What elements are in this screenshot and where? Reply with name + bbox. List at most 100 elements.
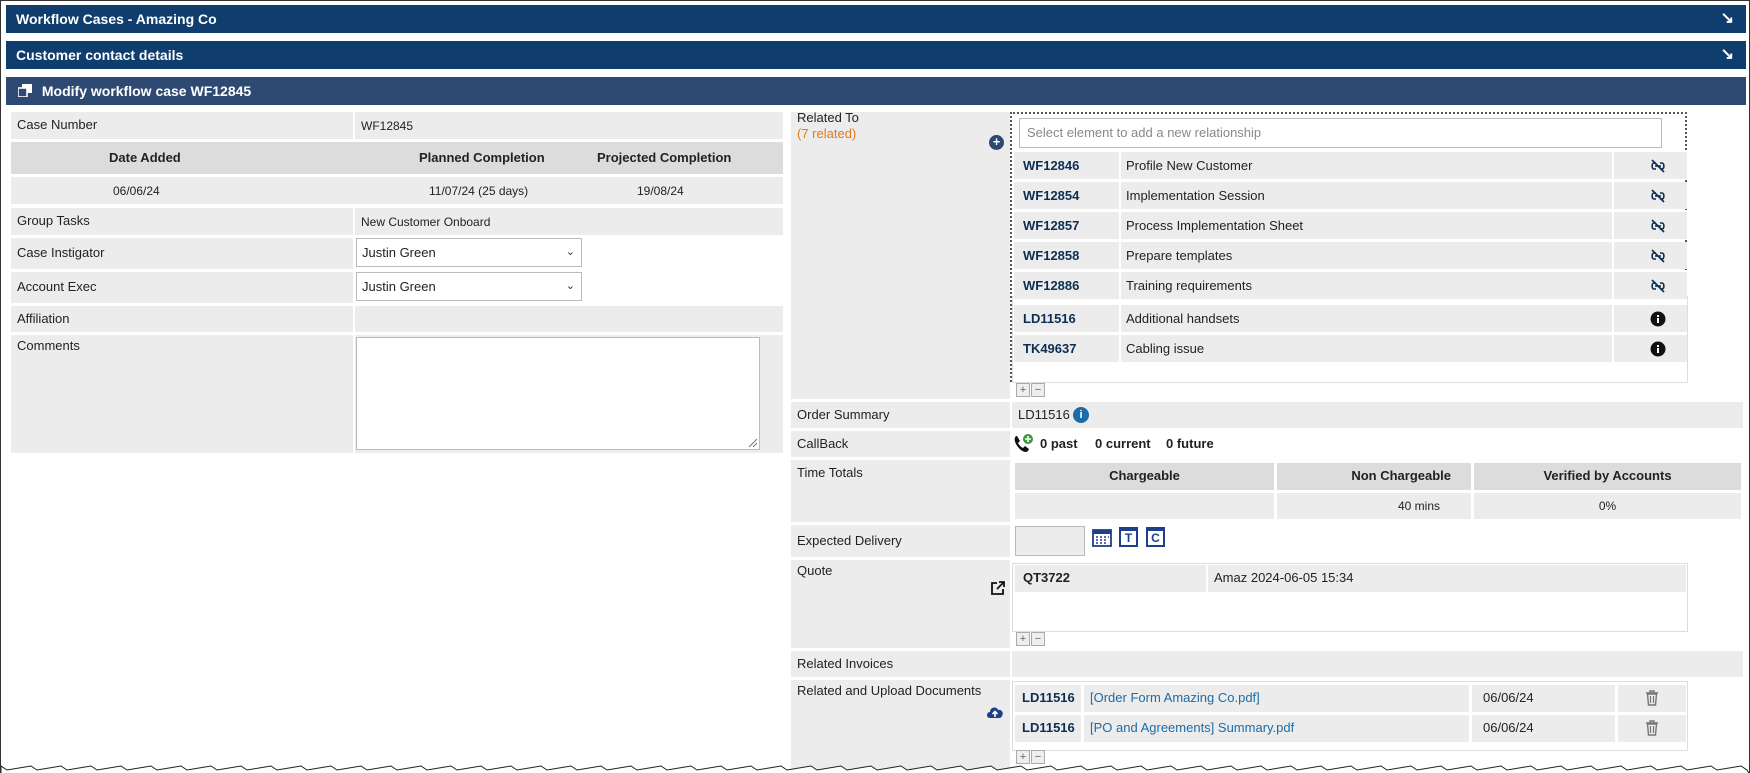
- expand-arrow-icon[interactable]: ↘: [1721, 41, 1734, 69]
- account-exec-label-cell: Account Exec: [11, 272, 353, 303]
- resize-grip-icon[interactable]: [746, 436, 758, 448]
- quote-id-cell[interactable]: QT3722: [1015, 565, 1206, 592]
- related-item-id[interactable]: WF12857: [1023, 212, 1079, 239]
- quote-id[interactable]: QT3722: [1017, 565, 1070, 591]
- planned-completion-header: Planned Completion: [419, 150, 545, 165]
- affiliation-label: Affiliation: [17, 311, 70, 326]
- cell-divider: [1612, 272, 1614, 299]
- page-frame: Workflow Cases - Amazing Co ↘ Customer c…: [0, 0, 1750, 773]
- calendar-today-icon[interactable]: T: [1119, 527, 1138, 547]
- customer-contact-bar[interactable]: Customer contact details ↘: [6, 41, 1746, 69]
- collapse-minus-button[interactable]: −: [1031, 383, 1045, 397]
- order-summary-value-cell: LD11516 i: [1012, 402, 1743, 428]
- affiliation-label-cell: Affiliation: [11, 306, 353, 332]
- external-link-icon[interactable]: [990, 580, 1006, 596]
- case-number-value: WF12845: [361, 119, 414, 133]
- unlink-icon[interactable]: [1650, 158, 1666, 174]
- doc-delete-cell[interactable]: [1618, 685, 1686, 712]
- related-item-desc: Implementation Session: [1126, 188, 1265, 203]
- verified-value-cell: 0%: [1474, 493, 1741, 519]
- doc-name-cell[interactable]: [PO and Agreements] Summary.pdf: [1084, 715, 1469, 742]
- case-number-value-cell: WF12845: [355, 112, 783, 139]
- related-item-row: WF12854 Implementation Session: [1014, 182, 1687, 209]
- related-item-row: WF12857 Process Implementation Sheet: [1014, 212, 1687, 239]
- instigator-select[interactable]: Justin Green ⌄: [356, 238, 582, 267]
- related-item-id[interactable]: WF12858: [1023, 242, 1079, 269]
- related-item-desc: Cabling issue: [1126, 341, 1205, 356]
- chevron-down-icon: ⌄: [565, 246, 575, 258]
- doc-name-cell[interactable]: [Order Form Amazing Co.pdf]: [1084, 685, 1469, 712]
- related-item-desc: Additional handsets: [1126, 311, 1240, 326]
- verified-value: 0%: [1598, 499, 1617, 513]
- verified-header: Verified by Accounts: [1474, 463, 1741, 490]
- unlink-icon[interactable]: [1650, 218, 1666, 234]
- info-icon[interactable]: [1650, 311, 1666, 327]
- workflow-cases-bar[interactable]: Workflow Cases - Amazing Co ↘: [6, 5, 1746, 33]
- docs-plus-button[interactable]: +: [1016, 750, 1030, 764]
- quote-minus-button[interactable]: −: [1031, 632, 1045, 646]
- info-icon[interactable]: [1650, 341, 1666, 357]
- instigator-label: Case Instigator: [17, 245, 105, 260]
- unlink-icon[interactable]: [1650, 278, 1666, 294]
- doc-link[interactable]: [PO and Agreements] Summary.pdf: [1084, 715, 1294, 741]
- chargeable-header: Chargeable: [1015, 463, 1274, 490]
- related-invoices-label: Related Invoices: [797, 656, 894, 671]
- cell-divider: [1612, 182, 1614, 209]
- doc-link[interactable]: [Order Form Amazing Co.pdf]: [1084, 685, 1260, 711]
- cell-divider: [1119, 182, 1121, 209]
- documents-label-cell: Related and Upload Documents: [791, 680, 1010, 773]
- callback-current[interactable]: 0 current: [1095, 431, 1151, 457]
- projected-completion-value: 19/08/24: [637, 184, 684, 198]
- related-to-label-cell: Related To (7 related) +: [791, 110, 1010, 399]
- calendar-clear-icon[interactable]: C: [1146, 527, 1165, 547]
- related-item-id[interactable]: TK49637: [1023, 335, 1076, 362]
- phone-add-icon[interactable]: [1012, 433, 1034, 455]
- expected-delivery-input[interactable]: [1015, 526, 1085, 556]
- callback-past[interactable]: 0 past: [1040, 431, 1078, 457]
- expected-delivery-label: Expected Delivery: [797, 533, 902, 548]
- expand-plus-button[interactable]: +: [1016, 383, 1030, 397]
- doc-delete-cell[interactable]: [1618, 715, 1686, 742]
- related-item-id[interactable]: WF12854: [1023, 182, 1079, 209]
- expand-arrow-icon[interactable]: ↘: [1721, 5, 1734, 33]
- related-item-desc: Process Implementation Sheet: [1126, 218, 1304, 233]
- related-item-id[interactable]: WF12886: [1023, 272, 1079, 299]
- group-tasks-value: New Customer Onboard: [361, 215, 491, 229]
- cloud-upload-icon[interactable]: [985, 704, 1005, 720]
- related-item-id[interactable]: WF12846: [1023, 152, 1079, 179]
- related-item-id[interactable]: LD11516: [1023, 305, 1076, 332]
- chargeable-value-cell: [1015, 493, 1274, 519]
- quote-label: Quote: [797, 563, 833, 578]
- related-count: (7 related): [797, 126, 857, 141]
- non-chargeable-value-cell: 40 mins: [1277, 493, 1471, 519]
- trash-icon[interactable]: [1645, 720, 1659, 736]
- unlink-icon[interactable]: [1650, 188, 1666, 204]
- verified-header-text: Verified by Accounts: [1543, 468, 1672, 483]
- account-exec-select[interactable]: Justin Green ⌄: [356, 272, 582, 301]
- projected-completion-header: Projected Completion: [597, 150, 732, 165]
- add-relation-icon[interactable]: +: [989, 135, 1004, 150]
- torn-edge: [1, 765, 1750, 773]
- related-item-row: WF12858 Prepare templates: [1014, 242, 1687, 269]
- comments-textarea[interactable]: [356, 337, 760, 450]
- calendar-icon[interactable]: [1092, 527, 1112, 547]
- cell-divider: [1612, 242, 1614, 269]
- relationship-search-input[interactable]: Select element to add a new relationship: [1019, 118, 1662, 148]
- docs-minus-button[interactable]: −: [1031, 750, 1045, 764]
- calendar-clear-letter: C: [1151, 531, 1160, 545]
- order-summary-value[interactable]: LD11516: [1018, 402, 1070, 428]
- info-icon[interactable]: i: [1073, 407, 1089, 423]
- quote-desc-cell: Amaz 2024-06-05 15:34: [1208, 565, 1686, 592]
- callback-future[interactable]: 0 future: [1166, 431, 1214, 457]
- trash-icon[interactable]: [1645, 690, 1659, 706]
- time-totals-label: Time Totals: [797, 465, 863, 480]
- quote-plus-button[interactable]: +: [1016, 632, 1030, 646]
- window-copy-icon: [17, 78, 32, 98]
- callback-value-cell: 0 past 0 current 0 future: [1012, 431, 1743, 457]
- case-number-label-cell: Case Number: [11, 112, 353, 139]
- doc-date: 06/06/24: [1483, 720, 1534, 735]
- customer-contact-title: Customer contact details: [16, 47, 184, 63]
- planned-completion-value: 11/07/24 (25 days): [429, 184, 529, 198]
- unlink-icon[interactable]: [1650, 248, 1666, 264]
- related-to-label: Related To: [797, 110, 859, 125]
